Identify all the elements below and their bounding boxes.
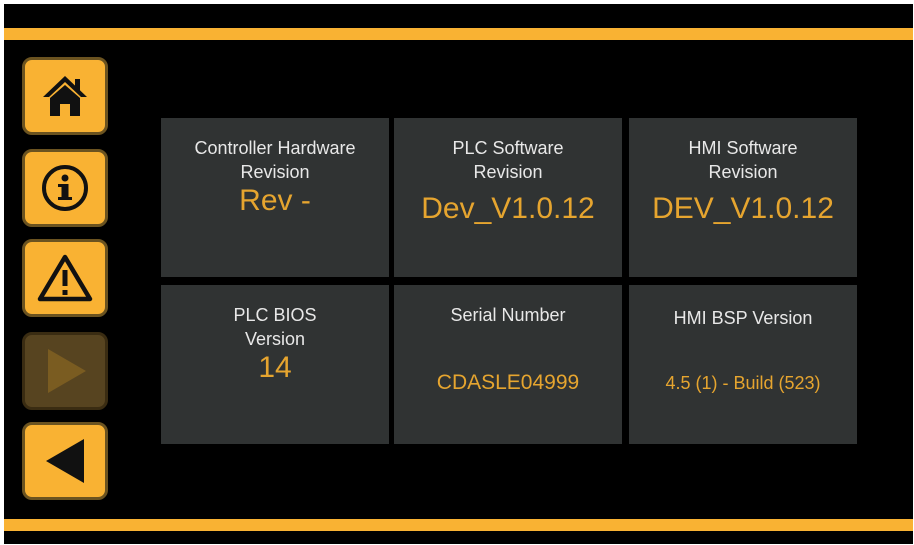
serial-number-label: Serial Number <box>450 305 566 325</box>
home-button[interactable] <box>22 57 108 135</box>
info-button[interactable] <box>22 149 108 227</box>
hmi-software-value: DEV_V1.0.12 <box>652 192 834 225</box>
hmi-software-label: HMI Software Revision <box>688 138 798 182</box>
controller-hardware-value: Rev - <box>239 184 311 217</box>
back-button[interactable] <box>22 422 108 500</box>
plc-software-label: PLC Software Revision <box>452 138 564 182</box>
version-info-grid: Controller Hardware Revision Rev - PLC S… <box>161 118 858 444</box>
warning-icon <box>37 254 93 302</box>
bottom-accent-bar <box>4 519 913 531</box>
play-button[interactable] <box>22 332 108 410</box>
back-arrow-icon <box>46 439 84 483</box>
serial-number-value: CDASLE04999 <box>436 371 580 394</box>
plc-software-value: Dev_V1.0.12 <box>421 192 595 225</box>
top-accent-bar <box>4 28 913 40</box>
hmi-screen: Controller Hardware Revision Rev - PLC S… <box>4 4 913 544</box>
plc-bios-tile: PLC BIOS Version 14 <box>161 285 389 444</box>
plc-software-tile: PLC Software Revision Dev_V1.0.12 <box>394 118 622 277</box>
controller-hardware-label: Controller Hardware Revision <box>194 138 356 182</box>
info-icon <box>42 165 88 211</box>
serial-number-tile: Serial Number CDASLE04999 <box>394 285 622 444</box>
alarms-button[interactable] <box>22 239 108 317</box>
controller-hardware-tile: Controller Hardware Revision Rev - <box>161 118 389 277</box>
plc-bios-value: 14 <box>258 351 292 384</box>
hmi-bsp-tile: HMI BSP Version 4.5 (1) - Build (523) <box>629 285 857 444</box>
hmi-bsp-value: 4.5 (1) - Build (523) <box>665 373 821 393</box>
hmi-bsp-label: HMI BSP Version <box>673 308 813 328</box>
home-icon <box>43 76 87 116</box>
hmi-software-tile: HMI Software Revision DEV_V1.0.12 <box>629 118 857 277</box>
plc-bios-label: PLC BIOS Version <box>233 305 317 349</box>
play-icon <box>48 349 86 393</box>
